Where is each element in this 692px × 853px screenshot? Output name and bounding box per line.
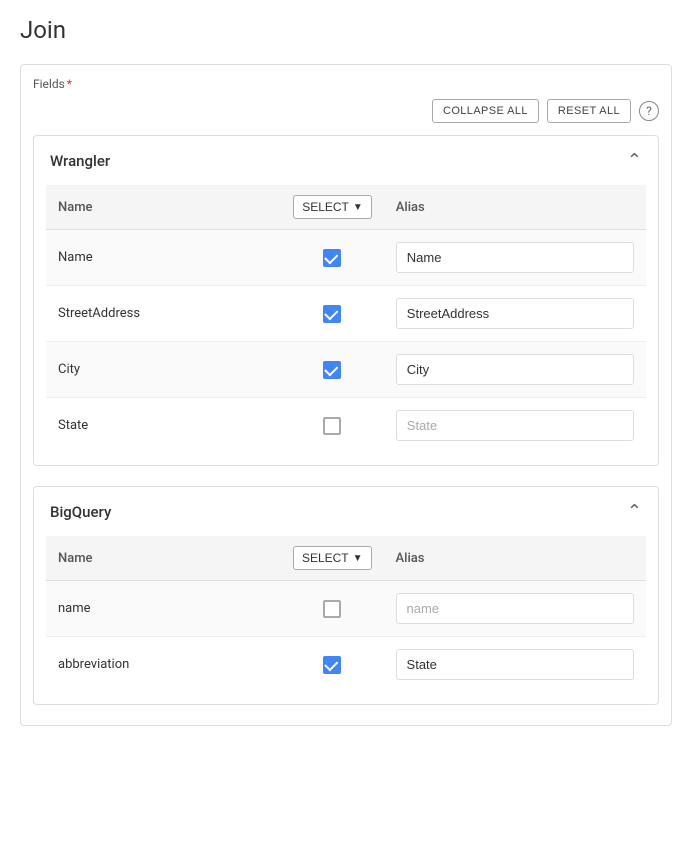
bigquery-select-header: SELECT ▼ [281, 536, 384, 581]
wrangler-title: Wrangler [50, 152, 110, 170]
row-checkbox-cell [281, 230, 384, 286]
wrangler-alias-header: Alias [384, 185, 646, 230]
checkbox-checked[interactable] [323, 249, 341, 267]
bigquery-alias-header: Alias [384, 536, 646, 581]
bigquery-title: BigQuery [50, 503, 111, 521]
bigquery-select-dropdown[interactable]: SELECT ▼ [293, 546, 372, 570]
alias-input[interactable] [396, 410, 634, 441]
checkbox-checked[interactable] [323, 305, 341, 323]
alias-input[interactable] [396, 242, 634, 273]
fields-label: Fields * [33, 77, 659, 91]
wrangler-name-header: Name [46, 185, 281, 230]
wrangler-select-arrow: ▼ [353, 202, 363, 213]
bigquery-body: Name SELECT ▼ Alias nameabbreviation [34, 536, 658, 704]
row-name: State [46, 398, 281, 454]
row-alias-cell [384, 342, 646, 398]
table-row: name [46, 581, 646, 637]
alias-input[interactable] [396, 354, 634, 385]
row-checkbox-cell [281, 637, 384, 693]
required-marker: * [67, 77, 72, 91]
table-row: City [46, 342, 646, 398]
row-alias-cell [384, 398, 646, 454]
row-name: StreetAddress [46, 286, 281, 342]
alias-input[interactable] [396, 298, 634, 329]
row-checkbox-cell [281, 286, 384, 342]
checkbox-unchecked[interactable] [323, 417, 341, 435]
row-alias-cell [384, 581, 646, 637]
bigquery-chevron-icon: ⌃ [627, 501, 642, 522]
fields-toolbar: COLLAPSE ALL RESET ALL ? [33, 99, 659, 123]
alias-input[interactable] [396, 649, 634, 680]
row-checkbox-cell [281, 581, 384, 637]
help-icon[interactable]: ? [639, 101, 659, 121]
bigquery-select-arrow: ▼ [353, 553, 363, 564]
bigquery-name-header: Name [46, 536, 281, 581]
fields-section: Fields * COLLAPSE ALL RESET ALL ? Wrangl… [20, 64, 672, 726]
row-name: name [46, 581, 281, 637]
table-row: Name [46, 230, 646, 286]
table-row: StreetAddress [46, 286, 646, 342]
bigquery-section-header[interactable]: BigQuery ⌃ [34, 487, 658, 536]
wrangler-select-header: SELECT ▼ [281, 185, 384, 230]
checkbox-unchecked[interactable] [323, 600, 341, 618]
row-alias-cell [384, 230, 646, 286]
wrangler-section-header[interactable]: Wrangler ⌃ [34, 136, 658, 185]
row-name: abbreviation [46, 637, 281, 693]
bigquery-section: BigQuery ⌃ Name SELECT ▼ Alias [33, 486, 659, 705]
wrangler-body: Name SELECT ▼ Alias NameStreetAddressCit… [34, 185, 658, 465]
row-name: Name [46, 230, 281, 286]
fields-section-label: Fields [33, 77, 65, 91]
wrangler-section: Wrangler ⌃ Name SELECT ▼ Alias [33, 135, 659, 466]
page-title: Join [20, 16, 672, 44]
reset-all-button[interactable]: RESET ALL [547, 99, 631, 123]
table-row: abbreviation [46, 637, 646, 693]
row-name: City [46, 342, 281, 398]
collapse-all-button[interactable]: COLLAPSE ALL [432, 99, 539, 123]
row-alias-cell [384, 286, 646, 342]
checkbox-checked[interactable] [323, 361, 341, 379]
wrangler-table: Name SELECT ▼ Alias NameStreetAddressCit… [46, 185, 646, 453]
checkbox-checked[interactable] [323, 656, 341, 674]
bigquery-table: Name SELECT ▼ Alias nameabbreviation [46, 536, 646, 692]
row-checkbox-cell [281, 398, 384, 454]
alias-input[interactable] [396, 593, 634, 624]
table-row: State [46, 398, 646, 454]
wrangler-chevron-icon: ⌃ [627, 150, 642, 171]
row-alias-cell [384, 637, 646, 693]
wrangler-select-dropdown[interactable]: SELECT ▼ [293, 195, 372, 219]
row-checkbox-cell [281, 342, 384, 398]
